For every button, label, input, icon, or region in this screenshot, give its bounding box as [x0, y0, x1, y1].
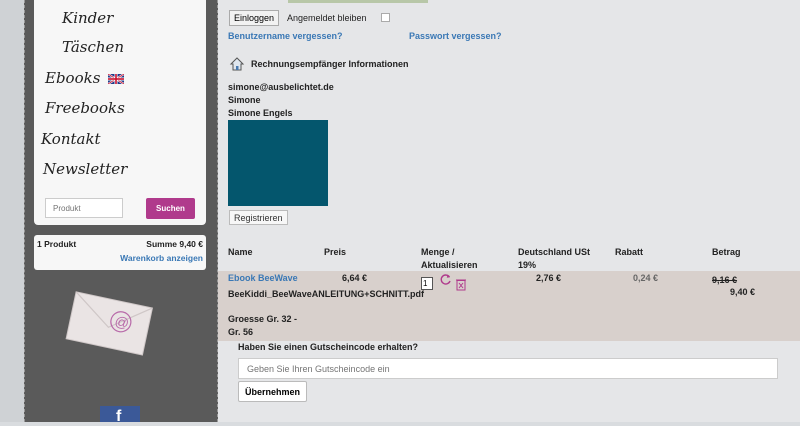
login-button[interactable]: Einloggen [229, 10, 280, 26]
billing-email: simone@ausbelichtet.de [228, 82, 334, 92]
refresh-icon[interactable] [439, 273, 452, 286]
product-old-total: 9,16 € [712, 275, 738, 285]
delete-icon[interactable] [455, 278, 467, 291]
forgot-password-link[interactable]: Passwort vergessen? [409, 31, 502, 41]
menu-item-kinder[interactable]: Kinder [62, 9, 113, 27]
apply-coupon-button[interactable]: Übernehmen [238, 381, 308, 402]
col-header-quantity: Menge / [421, 247, 455, 257]
home-icon [229, 57, 245, 71]
facebook-icon: f [116, 408, 122, 425]
cart-count: 1 Produkt [37, 239, 77, 249]
menu-item-taeschen[interactable]: Täschen [62, 38, 124, 56]
search-input[interactable] [45, 198, 123, 218]
product-price: 6,64 € [342, 273, 368, 283]
newsletter-envelope-icon[interactable]: @ [62, 290, 162, 360]
product-size-line2: Gr. 56 [228, 327, 254, 337]
billing-image [228, 120, 328, 206]
uk-flag-icon [108, 74, 125, 84]
product-link[interactable]: Ebook BeeWave [228, 273, 298, 283]
product-discount: 0,24 € [633, 273, 659, 283]
menu-item-kontakt[interactable]: Kontakt [41, 130, 101, 148]
cart-summary: 1 Produkt Summe 9,40 € Warenkorb anzeige… [34, 235, 206, 270]
col-header-discount: Rabatt [615, 247, 644, 257]
menu-item-freebooks[interactable]: Freebooks [45, 99, 125, 117]
product-total: 9,40 € [730, 287, 756, 297]
col-header-amount: Betrag [712, 247, 741, 257]
register-button[interactable]: Registrieren [229, 210, 288, 225]
col-header-tax: Deutschland USt [518, 247, 591, 257]
col-header-name: Name [228, 247, 253, 257]
coupon-question: Haben Sie einen Gutscheincode erhalten? [238, 342, 419, 352]
billing-full-name: Simone Engels [228, 108, 293, 118]
menu-item-ebooks[interactable]: Ebooks [45, 69, 125, 87]
forgot-username-link[interactable]: Benutzername vergessen? [228, 31, 343, 41]
coupon-input[interactable] [238, 358, 778, 379]
stay-logged-in-label: Angemeldet bleiben [287, 13, 367, 23]
col-header-update: Aktualisieren [421, 260, 478, 270]
cart-sum: Summe 9,40 € [146, 239, 203, 249]
facebook-button[interactable]: f [100, 406, 140, 425]
stay-logged-in-checkbox[interactable] [381, 13, 390, 22]
view-cart-link[interactable]: Warenkorb anzeigen [120, 253, 203, 263]
product-file: BeeKiddi_BeeWaveANLEITUNG+SCHNITT.pdf [228, 289, 424, 299]
menu-item-newsletter[interactable]: Newsletter [43, 160, 127, 178]
page-margin [0, 0, 24, 422]
billing-heading: Rechnungsempfänger Informationen [251, 59, 409, 69]
billing-first-name: Simone [228, 95, 261, 105]
col-header-tax-rate: 19% [518, 260, 537, 270]
menu-item-ebooks-label: Ebooks [45, 69, 101, 87]
product-size-line1: Groesse Gr. 32 - [228, 314, 298, 324]
product-tax: 2,76 € [536, 273, 562, 283]
col-header-price: Preis [324, 247, 347, 257]
search-button[interactable]: Suchen [146, 198, 195, 219]
top-banner-strip [288, 0, 428, 3]
